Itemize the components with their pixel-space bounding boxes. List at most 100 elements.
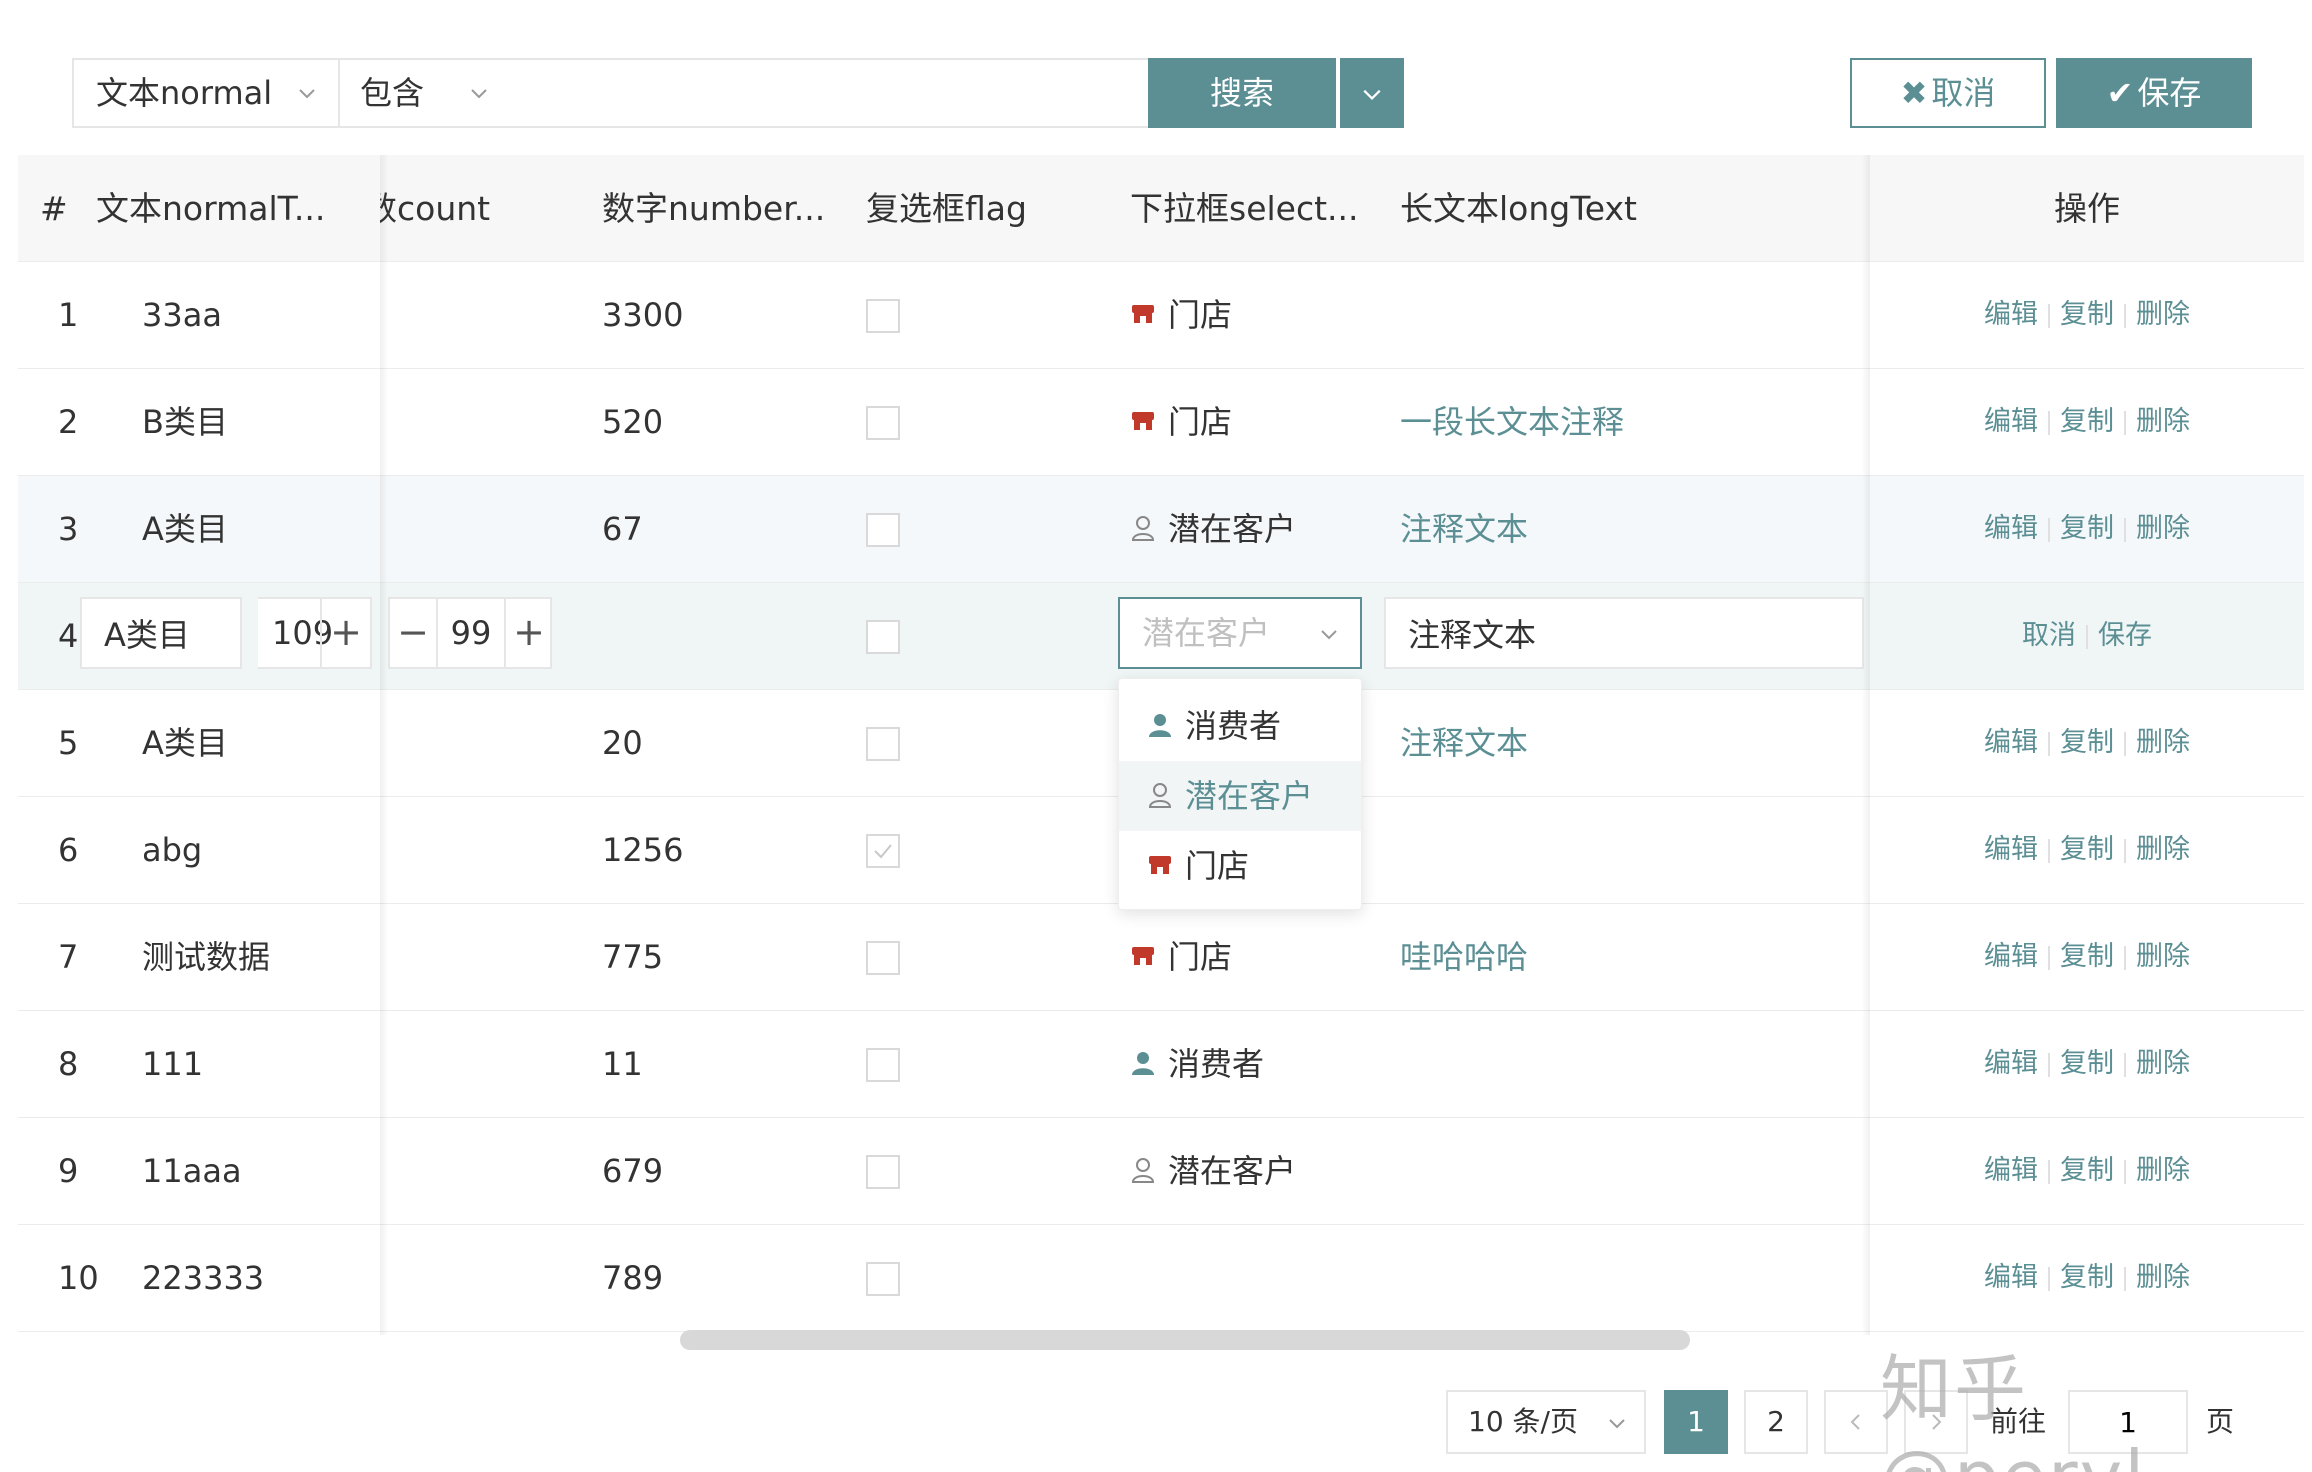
row-actions: 编辑 复制 删除 [1870,1011,2304,1117]
delete-link[interactable]: 删除 [2136,1155,2190,1186]
cancel-button[interactable]: ✖ 取消 [1850,58,2046,128]
row-actions: 取消 保存 [1870,583,2304,689]
column-header-select[interactable]: 下拉框select... [1130,155,1370,262]
horizontal-scrollbar[interactable] [680,1330,1690,1350]
edit-link[interactable]: 编辑 [1984,834,2038,865]
table-row[interactable]: 1 33aa 3300 门店 编辑 复制 删除 [18,262,2304,369]
flag-checkbox[interactable] [866,1262,900,1296]
flag-checkbox[interactable] [866,1155,900,1189]
edit-link[interactable]: 编辑 [1984,1262,2038,1293]
page-size-select[interactable]: 10 条/页 [1446,1390,1646,1454]
table-row[interactable]: 7 测试数据 775 门店 哇哈哈哈 编辑 复制 删除 [18,904,2304,1011]
table-row[interactable]: 8 111 11 消费者 编辑 复制 删除 [18,1011,2304,1118]
copy-link[interactable]: 复制 [2060,1155,2114,1186]
delete-link[interactable]: 删除 [2136,513,2190,544]
page-button-2[interactable]: 2 [1744,1390,1808,1454]
delete-link[interactable]: 删除 [2136,1262,2190,1293]
divider [2124,838,2126,863]
longtext-cell [1400,1225,1850,1331]
flag-checkbox[interactable] [866,941,900,975]
search-options-button[interactable] [1338,58,1404,128]
copy-link[interactable]: 复制 [2060,941,2114,972]
table-row[interactable]: 4109+−99+潜在客户取消保存 [18,583,2304,690]
delete-link[interactable]: 删除 [2136,406,2190,437]
edit-link[interactable]: 编辑 [1984,727,2038,758]
edit-link[interactable]: 编辑 [1984,1155,2038,1186]
flag-checkbox[interactable] [866,1048,900,1082]
edit-link[interactable]: 编辑 [1984,299,2038,330]
delete-link[interactable]: 删除 [2136,941,2190,972]
table-row[interactable]: 3 A类目 67 潜在客户 注释文本 编辑 复制 删除 [18,476,2304,583]
select-edit-placeholder: 潜在客户 [1142,614,1271,652]
column-header-longtext[interactable]: 长文本longText [1400,155,1720,262]
chevron-down-icon [1363,89,1381,101]
longtext-cell: 哇哈哈哈 [1400,938,1529,976]
flag-checkbox[interactable] [866,406,900,440]
delete-link[interactable]: 删除 [2136,834,2190,865]
number-cell: 67 [602,510,643,548]
delete-link[interactable]: 删除 [2136,727,2190,758]
row-index: 5 [58,724,79,762]
number-increment-button[interactable]: + [504,599,552,667]
flag-checkbox[interactable] [866,727,900,761]
search-input[interactable] [510,58,1150,128]
flag-checkbox[interactable] [866,834,900,868]
page-size-value: 10 条/页 [1468,1405,1578,1438]
delete-link[interactable]: 删除 [2136,1048,2190,1079]
select-edit-field[interactable]: 潜在客户 [1118,597,1362,669]
column-header-flag[interactable]: 复选框flag [866,155,1066,262]
copy-link[interactable]: 复制 [2060,1262,2114,1293]
delete-link[interactable]: 删除 [2136,299,2190,330]
edit-link[interactable]: 编辑 [1984,513,2038,544]
number-stepper[interactable]: −99 + [388,597,552,669]
table-header: # 文本normalT... 数count 数字number... 复选框fla… [18,155,2304,262]
copy-link[interactable]: 复制 [2060,727,2114,758]
column-header-index[interactable]: # [40,155,80,262]
column-header-count[interactable]: 数count [380,155,530,262]
operator-select[interactable]: 包含 [338,58,512,128]
count-increment-button[interactable]: + [320,599,370,667]
number-decrement-button[interactable]: − [390,599,438,667]
edit-link[interactable]: 编辑 [1984,1048,2038,1079]
check-icon [874,844,892,859]
count-stepper[interactable]: 109 + [258,597,372,669]
consumer-icon [1149,714,1171,737]
column-header-number[interactable]: 数字number... [602,155,832,262]
longtext-edit-input[interactable] [1384,597,1864,669]
table-row[interactable]: 9 11aaa 679 潜在客户 编辑 复制 删除 [18,1118,2304,1225]
dropdown-option[interactable]: 门店 [1119,831,1361,901]
row-index: 9 [58,1152,79,1190]
copy-link[interactable]: 复制 [2060,299,2114,330]
copy-link[interactable]: 复制 [2060,513,2114,544]
save-edit-link[interactable]: 保存 [2098,620,2152,651]
fixed-column-shadow [1862,155,1870,1335]
column-header-text[interactable]: 文本normalT... [96,155,380,262]
operator-select-value: 包含 [360,74,425,112]
flag-checkbox[interactable] [866,513,900,547]
select-cell: 潜在客户 [1130,1118,1370,1224]
number-cell: 3300 [602,296,684,334]
row-actions: 编辑 复制 删除 [1870,1118,2304,1224]
dropdown-option[interactable]: 消费者 [1119,691,1361,761]
copy-link[interactable]: 复制 [2060,834,2114,865]
divider [2048,731,2050,756]
table-row[interactable]: 2 B类目 520 门店 一段长文本注释 编辑 复制 删除 [18,369,2304,476]
cancel-edit-link[interactable]: 取消 [2022,620,2076,651]
prev-page-button[interactable] [1824,1390,1888,1454]
copy-link[interactable]: 复制 [2060,406,2114,437]
field-select[interactable]: 文本normal [72,58,340,128]
text-edit-input[interactable] [80,597,242,669]
fixed-column-shadow [380,155,388,1335]
number-cell: 775 [602,938,664,976]
flag-checkbox[interactable] [866,299,900,333]
page-button-1[interactable]: 1 [1664,1390,1728,1454]
divider [2124,303,2126,328]
save-button[interactable]: ✔ 保存 [2056,58,2252,128]
edit-link[interactable]: 编辑 [1984,406,2038,437]
dropdown-option[interactable]: 潜在客户 [1119,761,1361,831]
edit-link[interactable]: 编辑 [1984,941,2038,972]
table-row[interactable]: 10 223333 789 编辑 复制 删除 [18,1225,2304,1332]
copy-link[interactable]: 复制 [2060,1048,2114,1079]
flag-checkbox[interactable] [866,620,900,654]
search-button[interactable]: 搜索 [1148,58,1336,128]
